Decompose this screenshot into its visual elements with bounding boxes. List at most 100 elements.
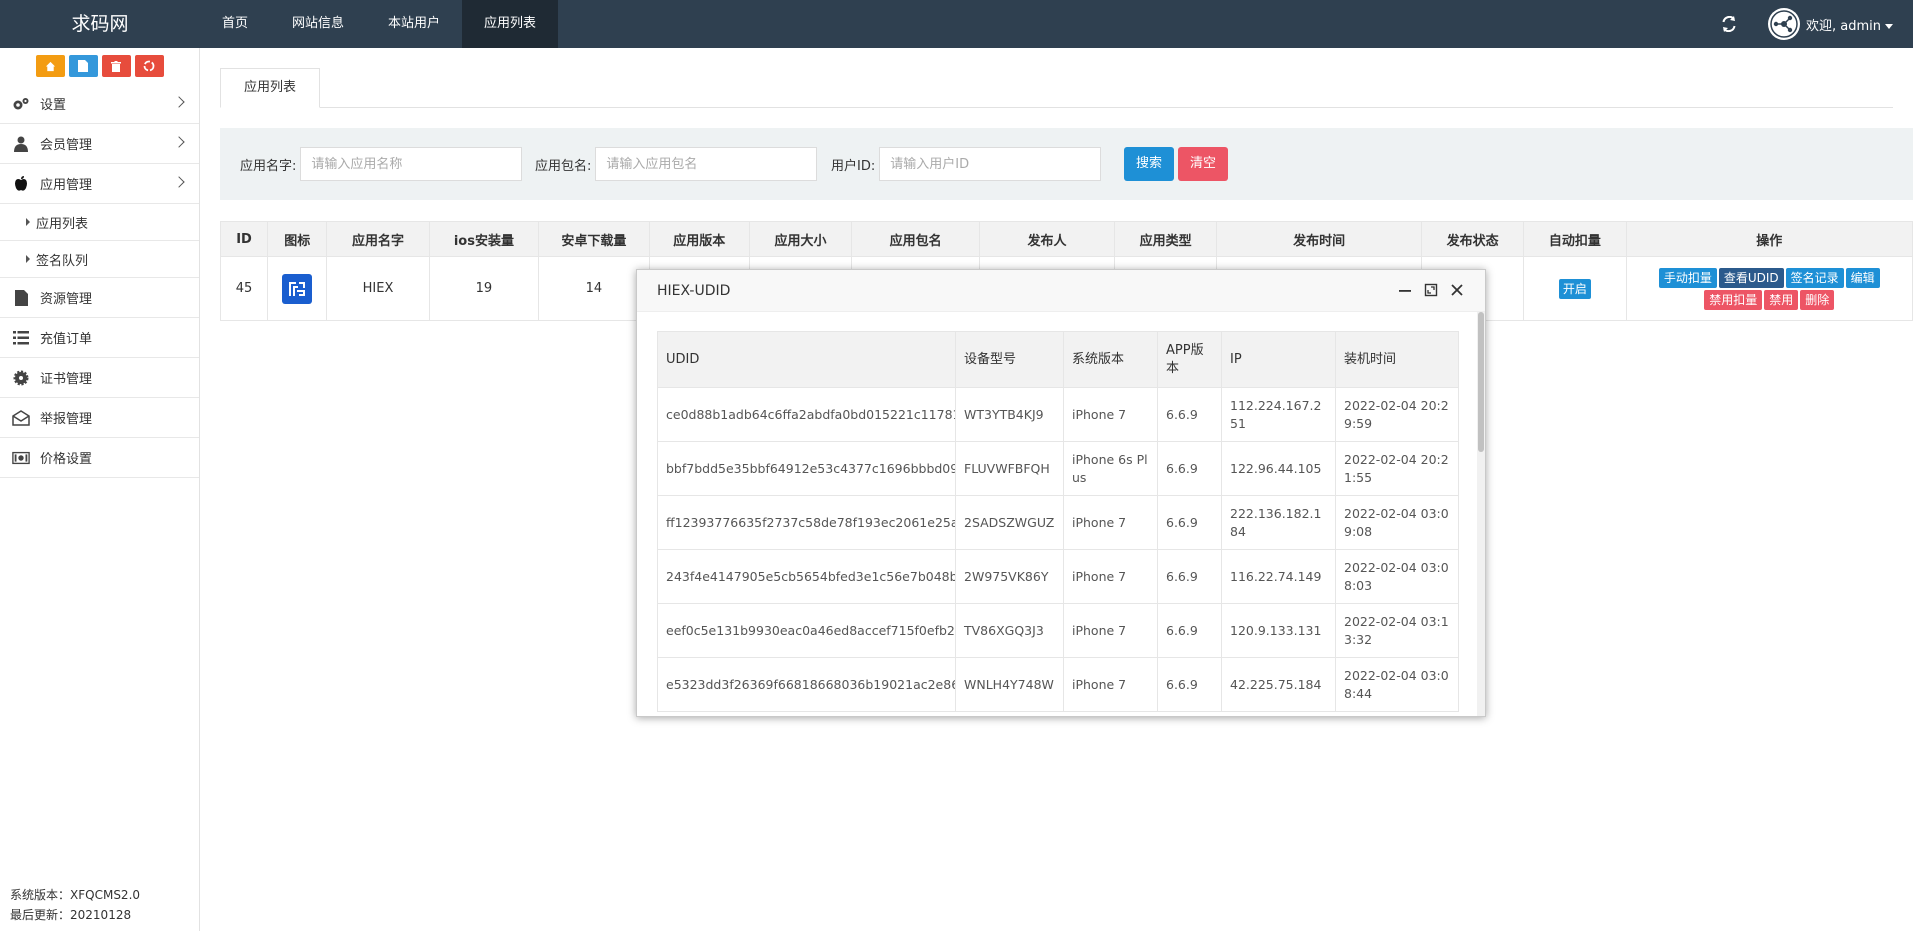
cell-os-version: iPhone 7 [1063, 657, 1158, 712]
brand-logo[interactable]: 求码网 [0, 0, 200, 48]
sidebar-item-label: 证书管理 [40, 372, 93, 387]
cell-install-time: 2022-02-04 03:08:03 [1335, 549, 1459, 604]
sidebar-item-label: 资源管理 [40, 292, 93, 307]
updated-label: 最后更新： [10, 908, 71, 922]
cell-app-version: 6.6.9 [1157, 387, 1222, 442]
modal-scrollbar[interactable] [1477, 312, 1485, 716]
col-app-size: 应用大小 [748, 221, 853, 257]
recycle-button[interactable] [134, 55, 164, 77]
search-panel: 应用名字: 应用包名: 用户ID: 搜索 清空 [220, 128, 1913, 200]
col-package: 应用包名 [851, 221, 980, 257]
delete-button[interactable]: 删除 [1800, 289, 1835, 310]
cell-os-version: iPhone 7 [1063, 549, 1158, 604]
document-icon [78, 60, 88, 72]
tab-bar: 应用列表 [220, 68, 1893, 108]
document-button[interactable] [68, 55, 98, 77]
sidebar-item-certificates[interactable]: 证书管理 [0, 358, 199, 398]
sidebar-subitem-label: 应用列表 [36, 216, 89, 232]
cell-install-time: 2022-02-04 03:09:08 [1335, 495, 1459, 550]
sidebar-subitem-sign-queue[interactable]: 签名队列 [0, 241, 199, 278]
caret-down-icon [1885, 23, 1893, 29]
view-udid-button[interactable]: 查看UDID [1718, 267, 1784, 288]
cell-device-model: FLUVWFBFQH [955, 441, 1064, 496]
avatar[interactable] [1768, 8, 1800, 40]
scrollbar-thumb[interactable] [1478, 312, 1484, 452]
version-value: XFQCMS2.0 [70, 888, 141, 902]
user-menu[interactable]: 欢迎, admin [1806, 15, 1893, 34]
package-input[interactable] [595, 147, 818, 181]
search-button[interactable]: 搜索 [1124, 147, 1175, 181]
trash-icon [111, 60, 121, 72]
chevron-right-icon [173, 136, 185, 148]
cell-app-version: 6.6.9 [1157, 441, 1222, 496]
col-actions: 操作 [1625, 221, 1913, 257]
col-udid: UDID [657, 331, 956, 388]
user-id-field: 用户ID: [831, 147, 1102, 181]
sidebar-item-settings[interactable]: 设置 [0, 84, 199, 124]
maximize-icon[interactable] [1423, 282, 1439, 298]
disable-deduct-button[interactable]: 禁用扣量 [1704, 289, 1763, 310]
modal-body: UDID 设备型号 系统版本 APP版本 IP 装机时间 ce0d88b1adb… [637, 312, 1485, 716]
sidebar-item-pricing[interactable]: 价格设置 [0, 438, 199, 478]
version-label: 系统版本： [10, 888, 71, 902]
refresh-icon[interactable] [1720, 15, 1738, 33]
cell-app-name[interactable]: HIEX [326, 256, 430, 321]
cell-icon [267, 256, 328, 321]
cell-udid: ff12393776635f2737c58de78f193ec2061e25af [657, 495, 956, 550]
package-field: 应用包名: [535, 147, 818, 181]
cell-ip: 116.22.74.149 [1221, 549, 1336, 604]
sidebar-item-reports[interactable]: 举报管理 [0, 398, 199, 438]
udid-table: UDID 设备型号 系统版本 APP版本 IP 装机时间 ce0d88b1adb… [657, 331, 1459, 712]
cell-ip: 42.225.75.184 [1221, 657, 1336, 712]
welcome-text: 欢迎, admin [1806, 18, 1881, 34]
nav-site-users[interactable]: 本站用户 [366, 0, 462, 48]
close-icon[interactable] [1449, 282, 1465, 298]
auto-deduct-status[interactable]: 开启 [1558, 278, 1591, 299]
nav-app-list[interactable]: 应用列表 [462, 0, 559, 48]
sidebar-item-label: 应用管理 [40, 178, 93, 193]
cell-device-model: WT3YTB4KJ9 [955, 387, 1064, 442]
sidebar-item-members[interactable]: 会员管理 [0, 124, 199, 164]
clear-button[interactable]: 清空 [1178, 147, 1229, 181]
disable-button[interactable]: 禁用 [1764, 289, 1799, 310]
sidebar-item-resources[interactable]: 资源管理 [0, 278, 199, 318]
tab-app-list[interactable]: 应用列表 [220, 68, 320, 108]
table-header-row: ID 图标 应用名字 ios安装量 安卓下载量 应用版本 应用大小 应用包名 发… [219, 221, 1913, 257]
col-publisher: 发布人 [978, 221, 1116, 257]
sign-records-button[interactable]: 签名记录 [1785, 267, 1844, 288]
cell-install-time: 2022-02-04 20:29:59 [1335, 387, 1459, 442]
gear-icon [12, 369, 30, 387]
cell-device-model: WNLH4Y748W [955, 657, 1064, 712]
cell-ip: 122.96.44.105 [1221, 441, 1336, 496]
cell-ios-installs: 19 [428, 256, 540, 321]
nav-home[interactable]: 首页 [200, 0, 270, 48]
col-app-name: 应用名字 [326, 221, 430, 257]
col-ios-installs: ios安装量 [428, 221, 540, 257]
trash-button[interactable] [101, 55, 131, 77]
modal-header[interactable]: HIEX-UDID [637, 270, 1485, 312]
envelope-icon [12, 409, 30, 427]
cell-android-downloads: 14 [538, 256, 650, 321]
sidebar-item-app-management[interactable]: 应用管理 [0, 164, 199, 204]
edit-button[interactable]: 编辑 [1845, 267, 1880, 288]
col-android-downloads: 安卓下载量 [538, 221, 650, 257]
modal-controls [1397, 282, 1465, 298]
cell-udid: 243f4e4147905e5cb5654bfed3e1c56e7b048b9c [657, 549, 956, 604]
sidebar-subitem-app-list[interactable]: 应用列表 [0, 204, 199, 241]
nav-site-info[interactable]: 网站信息 [270, 0, 366, 48]
col-publish-status: 发布状态 [1420, 221, 1525, 257]
package-label: 应用包名: [535, 158, 592, 174]
home-button[interactable] [35, 55, 65, 77]
user-id-input[interactable] [879, 147, 1102, 181]
sidebar: 设置 会员管理 应用管理 应用列表 签名队列 资源管理 充值订单 证书管理 举报… [0, 48, 200, 931]
app-name-input[interactable] [300, 147, 523, 181]
manual-deduct-button[interactable]: 手动扣量 [1658, 267, 1717, 288]
cell-install-time: 2022-02-04 20:21:55 [1335, 441, 1459, 496]
table-row: ff12393776635f2737c58de78f193ec2061e25af… [657, 495, 1459, 550]
cell-auto-deduct: 开启 [1523, 256, 1627, 321]
money-icon [12, 449, 30, 467]
sidebar-item-orders[interactable]: 充值订单 [0, 318, 199, 358]
cell-ip: 120.9.133.131 [1221, 603, 1336, 658]
col-install-time: 装机时间 [1335, 331, 1459, 388]
minimize-icon[interactable] [1397, 282, 1413, 298]
